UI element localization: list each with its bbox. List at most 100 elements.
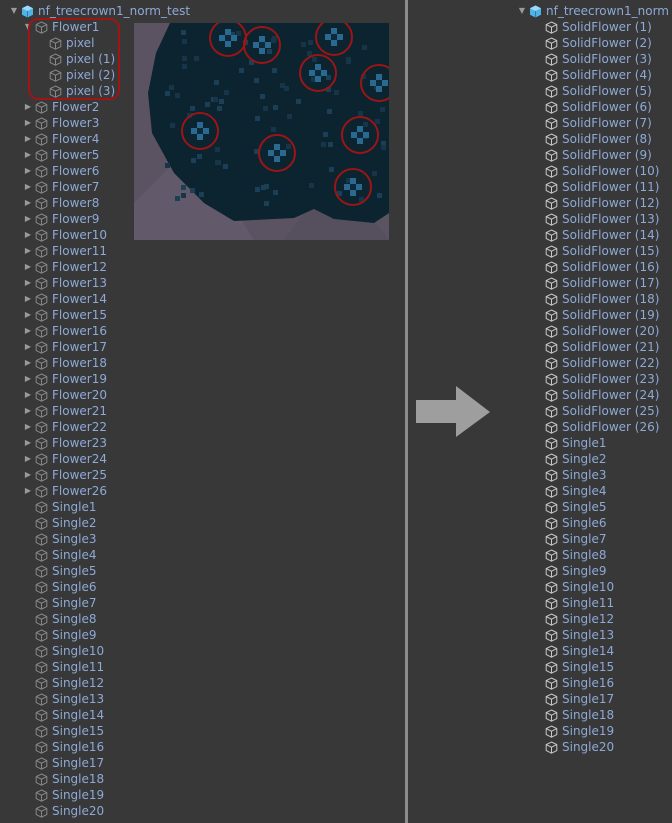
foldout-closed-arrow-icon[interactable]: ▶ [22, 99, 34, 115]
hierarchy-item-flower[interactable]: ▶ Flower25 [22, 467, 107, 483]
hierarchy-item-flower[interactable]: ▶ Flower3 [22, 115, 99, 131]
hierarchy-item-single[interactable]: Single14 [22, 707, 104, 723]
hierarchy-item-solidflower[interactable]: SolidFlower (25) [532, 403, 659, 419]
hierarchy-item-flower[interactable]: ▶ Flower15 [22, 307, 107, 323]
hierarchy-item-single[interactable]: Single19 [22, 787, 104, 803]
foldout-closed-arrow-icon[interactable]: ▶ [22, 403, 34, 419]
foldout-closed-arrow-icon[interactable]: ▶ [22, 339, 34, 355]
foldout-closed-arrow-icon[interactable]: ▶ [22, 451, 34, 467]
hierarchy-item-single[interactable]: Single4 [532, 483, 607, 499]
foldout-closed-arrow-icon[interactable]: ▶ [22, 419, 34, 435]
foldout-closed-arrow-icon[interactable]: ▶ [22, 147, 34, 163]
foldout-closed-arrow-icon[interactable]: ▶ [22, 195, 34, 211]
hierarchy-item-single[interactable]: Single18 [532, 707, 614, 723]
hierarchy-item-solidflower[interactable]: SolidFlower (15) [532, 243, 659, 259]
hierarchy-item-flower[interactable]: ▶ Flower6 [22, 163, 99, 179]
hierarchy-item-flower[interactable]: ▶ Flower10 [22, 227, 107, 243]
hierarchy-item-flower[interactable]: ▶ Flower14 [22, 291, 107, 307]
foldout-closed-arrow-icon[interactable]: ▶ [22, 243, 34, 259]
hierarchy-item-flower[interactable]: ▶ Flower13 [22, 275, 107, 291]
hierarchy-item-single[interactable]: Single12 [532, 611, 614, 627]
hierarchy-item-single[interactable]: Single12 [22, 675, 104, 691]
hierarchy-item-single[interactable]: Single1 [532, 435, 607, 451]
hierarchy-item-flower[interactable]: ▶ Flower16 [22, 323, 107, 339]
hierarchy-item-single[interactable]: Single5 [22, 563, 97, 579]
hierarchy-item-single[interactable]: Single13 [532, 627, 614, 643]
hierarchy-item-single[interactable]: Single15 [532, 659, 614, 675]
hierarchy-item-single[interactable]: Single20 [22, 803, 104, 819]
hierarchy-root-item[interactable]: ▼ nf_treecrown1_norm [516, 3, 669, 19]
hierarchy-item-flower[interactable]: ▶ Flower5 [22, 147, 99, 163]
hierarchy-item-solidflower[interactable]: SolidFlower (11) [532, 179, 659, 195]
hierarchy-item-solidflower[interactable]: SolidFlower (22) [532, 355, 659, 371]
foldout-closed-arrow-icon[interactable]: ▶ [22, 467, 34, 483]
hierarchy-item-flower[interactable]: ▶ Flower23 [22, 435, 107, 451]
hierarchy-item-single[interactable]: Single2 [22, 515, 97, 531]
hierarchy-item-solidflower[interactable]: SolidFlower (4) [532, 67, 652, 83]
hierarchy-item-single[interactable]: Single15 [22, 723, 104, 739]
foldout-closed-arrow-icon[interactable]: ▶ [22, 355, 34, 371]
hierarchy-item-flower[interactable]: ▶ Flower17 [22, 339, 107, 355]
foldout-closed-arrow-icon[interactable]: ▶ [22, 211, 34, 227]
hierarchy-item-flower[interactable]: ▶ Flower19 [22, 371, 107, 387]
hierarchy-item-solidflower[interactable]: SolidFlower (23) [532, 371, 659, 387]
foldout-closed-arrow-icon[interactable]: ▶ [22, 307, 34, 323]
hierarchy-item-single[interactable]: Single9 [22, 627, 97, 643]
foldout-closed-arrow-icon[interactable]: ▶ [22, 387, 34, 403]
hierarchy-item-solidflower[interactable]: SolidFlower (7) [532, 115, 652, 131]
hierarchy-item-solidflower[interactable]: SolidFlower (19) [532, 307, 659, 323]
hierarchy-item-single[interactable]: Single20 [532, 739, 614, 755]
hierarchy-item-single[interactable]: Single16 [22, 739, 104, 755]
foldout-closed-arrow-icon[interactable]: ▶ [22, 259, 34, 275]
hierarchy-item-single[interactable]: Single3 [22, 531, 97, 547]
hierarchy-item-single[interactable]: Single17 [22, 755, 104, 771]
foldout-closed-arrow-icon[interactable]: ▶ [22, 483, 34, 499]
hierarchy-item-flower[interactable]: ▶ Flower20 [22, 387, 107, 403]
hierarchy-item-solidflower[interactable]: SolidFlower (13) [532, 211, 659, 227]
hierarchy-item-flower[interactable]: ▶ Flower24 [22, 451, 107, 467]
hierarchy-item-flower[interactable]: ▶ Flower12 [22, 259, 107, 275]
hierarchy-item-single[interactable]: Single18 [22, 771, 104, 787]
foldout-closed-arrow-icon[interactable]: ▶ [22, 163, 34, 179]
hierarchy-item-solidflower[interactable]: SolidFlower (16) [532, 259, 659, 275]
foldout-closed-arrow-icon[interactable]: ▶ [22, 115, 34, 131]
hierarchy-item-solidflower[interactable]: SolidFlower (12) [532, 195, 659, 211]
foldout-closed-arrow-icon[interactable]: ▶ [22, 227, 34, 243]
hierarchy-item-single[interactable]: Single4 [22, 547, 97, 563]
hierarchy-item-solidflower[interactable]: SolidFlower (14) [532, 227, 659, 243]
hierarchy-item-single[interactable]: Single7 [22, 595, 97, 611]
hierarchy-item-flower[interactable]: ▶ Flower22 [22, 419, 107, 435]
hierarchy-item-flower[interactable]: ▶ Flower9 [22, 211, 99, 227]
hierarchy-item-solidflower[interactable]: SolidFlower (3) [532, 51, 652, 67]
hierarchy-item-solidflower[interactable]: SolidFlower (5) [532, 83, 652, 99]
hierarchy-item-solidflower[interactable]: SolidFlower (10) [532, 163, 659, 179]
hierarchy-root-item[interactable]: ▼ nf_treecrown1_norm_test [8, 3, 190, 19]
hierarchy-item-single[interactable]: Single7 [532, 531, 607, 547]
foldout-closed-arrow-icon[interactable]: ▶ [22, 275, 34, 291]
foldout-closed-arrow-icon[interactable]: ▶ [22, 435, 34, 451]
hierarchy-item-single[interactable]: Single9 [532, 563, 607, 579]
hierarchy-item-single[interactable]: Single6 [532, 515, 607, 531]
hierarchy-item-single[interactable]: Single10 [532, 579, 614, 595]
hierarchy-item-single[interactable]: Single3 [532, 467, 607, 483]
hierarchy-item-single[interactable]: Single11 [22, 659, 104, 675]
hierarchy-item-single[interactable]: Single10 [22, 643, 104, 659]
hierarchy-item-single[interactable]: Single11 [532, 595, 614, 611]
hierarchy-item-single[interactable]: Single6 [22, 579, 97, 595]
foldout-closed-arrow-icon[interactable]: ▶ [22, 179, 34, 195]
hierarchy-item-single[interactable]: Single14 [532, 643, 614, 659]
foldout-closed-arrow-icon[interactable]: ▶ [22, 131, 34, 147]
hierarchy-item-single[interactable]: Single8 [22, 611, 97, 627]
hierarchy-item-solidflower[interactable]: SolidFlower (17) [532, 275, 659, 291]
foldout-closed-arrow-icon[interactable]: ▶ [22, 371, 34, 387]
foldout-closed-arrow-icon[interactable]: ▶ [22, 291, 34, 307]
hierarchy-item-solidflower[interactable]: SolidFlower (24) [532, 387, 659, 403]
hierarchy-item-solidflower[interactable]: SolidFlower (18) [532, 291, 659, 307]
hierarchy-item-single[interactable]: Single1 [22, 499, 97, 515]
hierarchy-item-flower[interactable]: ▶ Flower2 [22, 99, 99, 115]
hierarchy-item-solidflower[interactable]: SolidFlower (8) [532, 131, 652, 147]
foldout-open-arrow-icon[interactable]: ▼ [516, 3, 528, 19]
hierarchy-item-solidflower[interactable]: SolidFlower (2) [532, 35, 652, 51]
hierarchy-item-single[interactable]: Single5 [532, 499, 607, 515]
hierarchy-item-solidflower[interactable]: SolidFlower (9) [532, 147, 652, 163]
